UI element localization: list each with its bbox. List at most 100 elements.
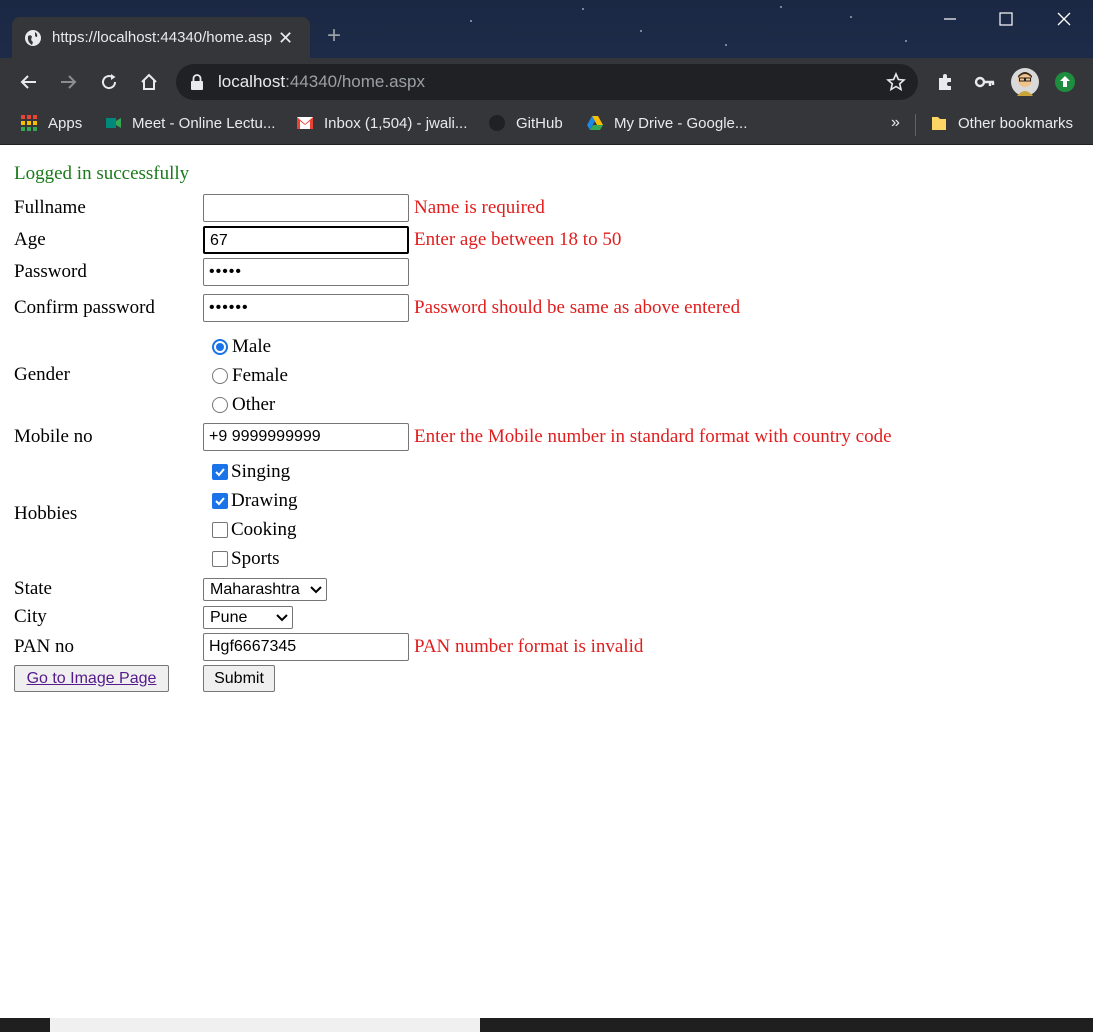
go-to-image-page-button[interactable]: Go to Image Page [14,665,169,692]
lock-icon [191,74,203,90]
more-bookmarks-button[interactable]: » [891,114,900,132]
new-tab-icon[interactable]: + [327,24,341,48]
key-icon[interactable] [973,70,997,94]
age-label: Age [14,229,46,250]
bookmark-label: Meet - Online Lectu... [132,114,276,132]
maximize-icon[interactable] [983,8,1029,30]
confirm-password-input[interactable]: •••••• [203,294,409,322]
checkbox-sports[interactable] [212,551,228,567]
taskbar-search[interactable] [50,1018,480,1032]
pan-label: PAN no [14,636,75,657]
confirm-password-error: Password should be same as above entered [414,297,741,318]
checkbox-cooking[interactable] [212,522,228,538]
bookmarks-divider [915,114,916,136]
chevron-down-icon [276,613,288,621]
chevron-down-icon [310,585,322,593]
hobby-drawing[interactable]: Drawing [212,490,297,512]
fullname-label: Fullname [14,197,86,218]
radio-label: Male [232,336,272,357]
drive-icon [587,116,603,130]
close-window-icon[interactable] [1041,8,1087,30]
close-tab-icon[interactable]: ✕ [278,29,293,47]
hobby-sports[interactable]: Sports [212,548,280,570]
apps-grid-icon [21,115,37,131]
bookmark-label: Inbox (1,504) - jwali... [324,114,468,132]
globe-icon [25,29,41,46]
other-bookmarks[interactable]: Other bookmarks [930,114,1073,132]
bookmark-inbox[interactable]: Inbox (1,504) - jwali... [296,114,467,132]
age-input[interactable]: 67 [203,226,409,254]
taskbar [0,1018,1093,1032]
checkbox-label: Cooking [231,519,297,540]
bookmark-label: GitHub [516,114,563,132]
gender-option-male[interactable]: Male [212,336,271,358]
city-selected-value: Pune [210,608,248,626]
avatar[interactable] [1011,68,1039,96]
meet-icon [106,118,121,128]
forward-icon[interactable] [56,70,80,94]
bookmark-label: My Drive - Google... [614,114,748,132]
web-page: Logged in successfully Fullname Name is … [0,145,1093,1018]
checkbox-label: Drawing [231,490,298,511]
password-label: Password [14,261,87,282]
bookmark-meet[interactable]: Meet - Online Lectu... [104,114,275,132]
address-bar[interactable]: localhost:44340/home.aspx [176,64,918,100]
city-label: City [14,606,47,627]
pan-input[interactable]: Hgf6667345 [203,633,409,661]
gender-option-other[interactable]: Other [212,394,275,416]
fullname-error: Name is required [414,197,545,218]
age-error: Enter age between 18 to 50 [414,229,622,250]
reload-icon[interactable] [97,70,121,94]
bookmark-star-icon[interactable] [886,72,906,92]
login-status: Logged in successfully [14,163,190,184]
tab-title: https://localhost:44340/home.aspx [52,29,272,46]
gmail-icon [297,117,313,129]
checkbox-label: Singing [231,461,291,482]
bookmark-apps[interactable]: Apps [20,114,82,132]
checkbox-drawing[interactable] [212,493,228,509]
bookmark-drive[interactable]: My Drive - Google... [586,114,747,132]
bookmark-github[interactable]: GitHub [488,114,563,132]
pan-error: PAN number format is invalid [414,636,644,657]
home-icon[interactable] [137,70,161,94]
browser-toolbar: localhost:44340/home.aspx [0,58,1093,106]
hobby-cooking[interactable]: Cooking [212,519,296,541]
bookmarks-bar: Apps Meet - Online Lectu... Inbox (1,504… [0,106,1093,145]
submit-button[interactable]: Submit [203,665,275,692]
radio-other[interactable] [212,397,228,413]
fullname-input[interactable] [203,194,409,222]
bookmark-label: Apps [48,114,83,132]
mobile-label: Mobile no [14,426,93,447]
hobbies-label: Hobbies [14,503,78,524]
github-icon [489,115,505,131]
radio-label: Female [232,365,288,386]
hobby-singing[interactable]: Singing [212,461,290,483]
state-selected-value: Maharashtra [210,580,300,598]
other-bookmarks-label: Other bookmarks [958,114,1074,132]
folder-icon [932,117,946,130]
password-input[interactable]: ••••• [203,258,409,286]
browser-chrome: https://localhost:44340/home.aspx ✕ + lo… [0,0,1093,145]
mobile-error: Enter the Mobile number in standard form… [414,426,892,447]
minimize-icon[interactable] [927,8,973,30]
confirm-password-label: Confirm password [14,297,155,318]
state-select[interactable]: Maharashtra [203,578,327,601]
extensions-icon[interactable] [933,70,957,94]
city-select[interactable]: Pune [203,606,293,629]
back-icon[interactable] [17,70,41,94]
url-path: :44340/home.aspx [285,72,425,91]
mobile-input[interactable]: +9 9999999999 [203,423,409,451]
more-bookmarks-label: » [891,114,900,131]
checkbox-singing[interactable] [212,464,228,480]
radio-female[interactable] [212,368,228,384]
checkbox-label: Sports [231,548,280,569]
update-icon[interactable] [1053,70,1077,94]
image-page-link-label: Go to Image Page [26,669,157,687]
gender-label: Gender [14,364,70,385]
radio-male[interactable] [212,339,228,355]
browser-tab[interactable]: https://localhost:44340/home.aspx ✕ [12,17,310,58]
url-host: localhost [218,72,286,91]
gender-option-female[interactable]: Female [212,365,288,387]
state-label: State [14,578,52,599]
radio-label: Other [232,394,276,415]
